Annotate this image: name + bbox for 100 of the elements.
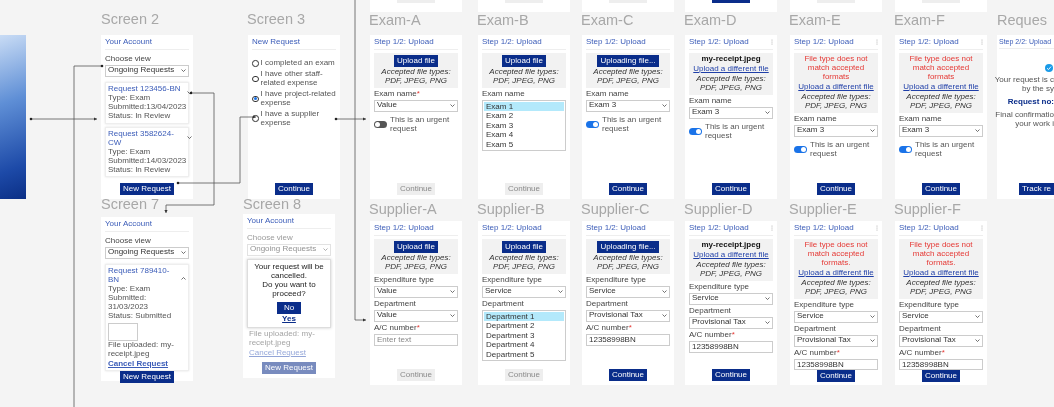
dropdown-option[interactable]: Exam 3 <box>484 120 564 131</box>
image-placeholder <box>108 322 138 341</box>
select-field[interactable]: Value <box>374 99 458 112</box>
request-detail: Type: Exam <box>108 93 151 102</box>
text-field[interactable]: 12358998BN <box>899 358 983 370</box>
frame-label: Screen 2 <box>101 12 160 27</box>
request-title[interactable]: Request 789410-BN <box>108 266 180 285</box>
radio-button[interactable] <box>252 75 259 83</box>
field-label: Department <box>899 324 942 334</box>
upload-button[interactable]: Upload file <box>394 240 438 253</box>
text-field[interactable]: 12358998BN <box>794 358 878 370</box>
dropdown-option[interactable]: Exam 2 <box>484 111 564 121</box>
request-detail: Status: Submitted <box>108 311 173 321</box>
frame-label: Supplier-C <box>581 202 650 217</box>
select-field[interactable]: Ongoing Requests <box>105 246 189 259</box>
dropdown-option[interactable]: Department 1 <box>484 311 564 322</box>
upload-link[interactable]: Upload a different file <box>798 268 874 278</box>
track-button[interactable]: Track re <box>1018 183 1054 195</box>
select-field[interactable]: Provisional Tax <box>794 334 878 347</box>
select-field[interactable]: Service <box>794 310 878 323</box>
request-title[interactable]: Request 3582624-CW <box>108 129 187 148</box>
select-field[interactable]: Exam 3 <box>794 124 878 137</box>
dropdown-option[interactable]: Exam 5 <box>484 139 564 150</box>
select-field[interactable]: Exam 3 <box>899 124 983 137</box>
continue-button[interactable]: Continue <box>922 183 960 195</box>
continue-button[interactable]: Continue <box>275 183 313 195</box>
option-label: I have project-related expense <box>260 89 336 108</box>
error-message: File type does not match accepted formats. <box>803 240 869 268</box>
chevron-down-icon <box>181 69 186 73</box>
field-label: Expenditure type <box>689 282 751 292</box>
dropdown-option[interactable]: Exam 1 <box>484 101 564 112</box>
upload-link[interactable]: Upload a different file <box>903 268 979 278</box>
continue-button[interactable]: Continue <box>817 183 855 195</box>
step-title: Step 1/2: Upload <box>689 38 749 47</box>
field-label: A/C number* <box>794 348 841 358</box>
chevron-down-icon <box>870 315 875 319</box>
step-title: Step 1/2: Upload <box>374 38 434 47</box>
select-field[interactable]: Exam 3 <box>586 99 670 112</box>
accepted-types: Accepted file types: PDF, JPEG, PNG <box>695 74 767 93</box>
select-field[interactable]: Ongoing Requests <box>105 64 189 77</box>
field-label: Department <box>374 299 417 309</box>
chevron-down-icon <box>662 290 667 294</box>
upload-button[interactable]: Uploading file... <box>597 240 659 253</box>
cancel-link[interactable]: Cancel Request <box>108 359 180 369</box>
text-field[interactable]: 12358998BN <box>586 333 670 346</box>
frame-label: Supplier-F <box>894 202 961 217</box>
new-request-button[interactable]: New Request <box>120 183 174 195</box>
dropdown-option[interactable]: Department 4 <box>484 340 564 350</box>
upload-link[interactable]: Upload a different file <box>693 64 769 74</box>
yes-link[interactable]: Yes <box>282 314 296 324</box>
radio-button[interactable] <box>252 95 259 102</box>
dropdown-option[interactable]: Exam 4 <box>484 130 564 140</box>
chevron-down-icon <box>975 129 980 133</box>
select-field[interactable]: Provisional Tax <box>689 316 773 329</box>
no-button[interactable]: No <box>277 301 301 314</box>
upload-link[interactable]: Upload a different file <box>693 250 769 260</box>
upload-link[interactable]: Upload a different file <box>903 82 979 92</box>
upload-button[interactable]: Upload file <box>394 54 438 67</box>
request-title[interactable]: Request 123456-BN <box>108 84 187 94</box>
select-field[interactable]: Provisional Tax <box>586 309 670 322</box>
toggle-switch[interactable] <box>586 121 599 129</box>
toggle-switch[interactable] <box>794 146 807 154</box>
upload-button[interactable]: Upload file <box>502 240 546 253</box>
continue-button[interactable]: Continue <box>609 369 647 381</box>
text-field[interactable]: Enter text <box>374 333 458 346</box>
field-label: Exam name <box>689 96 733 106</box>
step-title: New Request <box>252 38 301 47</box>
toggle-switch[interactable] <box>374 121 387 129</box>
frame-label: Screen 8 <box>243 197 302 212</box>
chevron-down-icon <box>450 314 455 318</box>
dialog-message: Your request will be cancelled. Do you want to proceed? <box>253 262 325 299</box>
dropdown-option[interactable]: Department 5 <box>484 349 564 360</box>
field-label: Expenditure type <box>374 275 436 285</box>
upload-button[interactable]: Uploading file... <box>597 54 659 67</box>
select-field[interactable]: Provisional Tax <box>899 334 983 347</box>
select-field[interactable]: Service <box>482 285 566 298</box>
continue-button[interactable]: Continue <box>609 183 647 195</box>
upload-button[interactable]: Upload file <box>502 54 546 67</box>
select-field[interactable]: Value <box>374 285 458 298</box>
select-field[interactable]: Exam 3 <box>689 106 773 119</box>
upload-link[interactable]: Upload a different file <box>798 82 874 92</box>
file-note: File uploaded: my-receipt.jpeg <box>248 329 316 348</box>
chevron-down-icon <box>662 314 667 318</box>
toggle-switch[interactable] <box>689 128 702 136</box>
continue-button[interactable]: Continue <box>712 369 750 381</box>
dropdown-option[interactable]: Department 3 <box>484 330 564 341</box>
select-field[interactable]: Value <box>374 309 458 322</box>
field-label: Exam name <box>794 114 838 124</box>
select-field[interactable]: Service <box>899 310 983 323</box>
chevron-down-icon <box>450 104 455 108</box>
select-field[interactable]: Service <box>689 292 773 305</box>
continue-button[interactable]: Continue <box>712 183 750 195</box>
accepted-types: Accepted file types: PDF, JPEG, PNG <box>592 67 664 86</box>
new-request-button[interactable]: New Request <box>120 371 174 384</box>
frame-label: Screen 3 <box>247 12 306 27</box>
select-field[interactable]: Service <box>586 285 670 298</box>
toggle-switch[interactable] <box>899 146 912 154</box>
text-field[interactable]: 12358998BN <box>689 340 773 353</box>
step-title: Your Account <box>105 220 152 229</box>
dropdown-option[interactable]: Department 2 <box>484 321 564 331</box>
